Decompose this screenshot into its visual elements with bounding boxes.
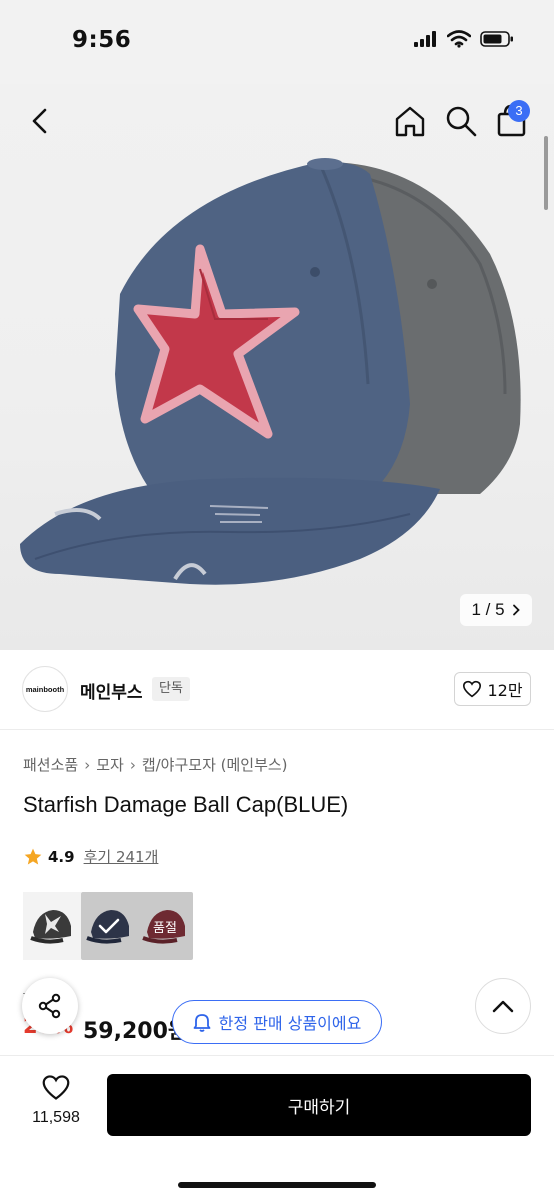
star-icon <box>24 848 42 864</box>
battery-icon <box>480 31 513 47</box>
exclusive-tag: 단독 <box>152 677 190 701</box>
buy-button[interactable]: 구매하기 <box>107 1074 531 1136</box>
search-icon[interactable] <box>444 104 478 138</box>
brand-name[interactable]: 메인부스 <box>80 678 143 703</box>
heart-icon <box>42 1075 70 1100</box>
cap-thumbnail <box>30 910 71 944</box>
wishlist-count: 11,598 <box>32 1109 80 1126</box>
scroll-to-top-button[interactable] <box>475 978 531 1034</box>
brand-row: mainbooth 메인부스 단독 12만 <box>0 650 554 730</box>
home-indicator <box>178 1182 376 1188</box>
heart-icon <box>463 680 482 698</box>
chevron-up-icon <box>492 1000 514 1013</box>
share-button[interactable] <box>22 978 78 1034</box>
chevron-right-icon <box>512 604 520 616</box>
option-black-thumb[interactable] <box>23 892 81 960</box>
signal-icon <box>414 31 436 47</box>
wifi-icon <box>447 30 471 48</box>
color-options: 품절 <box>23 892 193 960</box>
breadcrumb-item[interactable]: 모자 <box>96 754 124 775</box>
selected-option-group: 품절 <box>81 892 193 960</box>
brand-like-button[interactable]: 12만 <box>454 672 531 706</box>
scroll-indicator <box>544 136 548 210</box>
wishlist-button[interactable]: 11,598 <box>26 1074 86 1127</box>
breadcrumb-item[interactable]: 캡/야구모자 (메인부스) <box>142 754 288 775</box>
product-gallery[interactable]: 3 1 / 5 <box>0 84 554 650</box>
gallery-pager[interactable]: 1 / 5 <box>460 594 532 626</box>
brand-like-count: 12만 <box>487 681 523 700</box>
bell-icon <box>193 1014 211 1032</box>
breadcrumb-item[interactable]: 패션소품 <box>23 754 78 775</box>
pager-text: 1 / 5 <box>471 600 505 619</box>
cart-count-badge: 3 <box>508 100 530 122</box>
option-burgundy-thumb[interactable]: 품절 <box>137 892 193 960</box>
bottom-action-bar: 11,598 구매하기 <box>0 1055 554 1200</box>
breadcrumb: 패션소품 › 모자 › 캡/야구모자 (메인부스) <box>23 754 288 775</box>
product-title: Starfish Damage Ball Cap(BLUE) <box>23 792 349 817</box>
back-icon[interactable] <box>26 106 56 136</box>
rating-score: 4.9 <box>48 847 75 866</box>
home-icon[interactable] <box>393 104 427 138</box>
chevron-right-icon: › <box>129 755 136 774</box>
limited-sale-badge[interactable]: 한정 판매 상품이에요 <box>172 1000 382 1044</box>
soldout-label: 품절 <box>153 920 177 936</box>
check-icon <box>98 918 120 934</box>
share-icon <box>38 993 61 1019</box>
review-count-link[interactable]: 후기 241개 <box>84 846 159 867</box>
rating-row: 4.9 후기 241개 <box>23 846 158 867</box>
status-bar: 9:56 <box>0 0 554 84</box>
option-navy-thumb[interactable] <box>81 892 137 960</box>
chevron-right-icon: › <box>84 755 91 774</box>
product-image-cap <box>20 158 521 585</box>
brand-logo[interactable]: mainbooth <box>22 666 68 712</box>
status-icons <box>414 30 514 48</box>
status-time: 9:56 <box>72 27 132 53</box>
limited-sale-text: 한정 판매 상품이에요 <box>218 1014 362 1033</box>
